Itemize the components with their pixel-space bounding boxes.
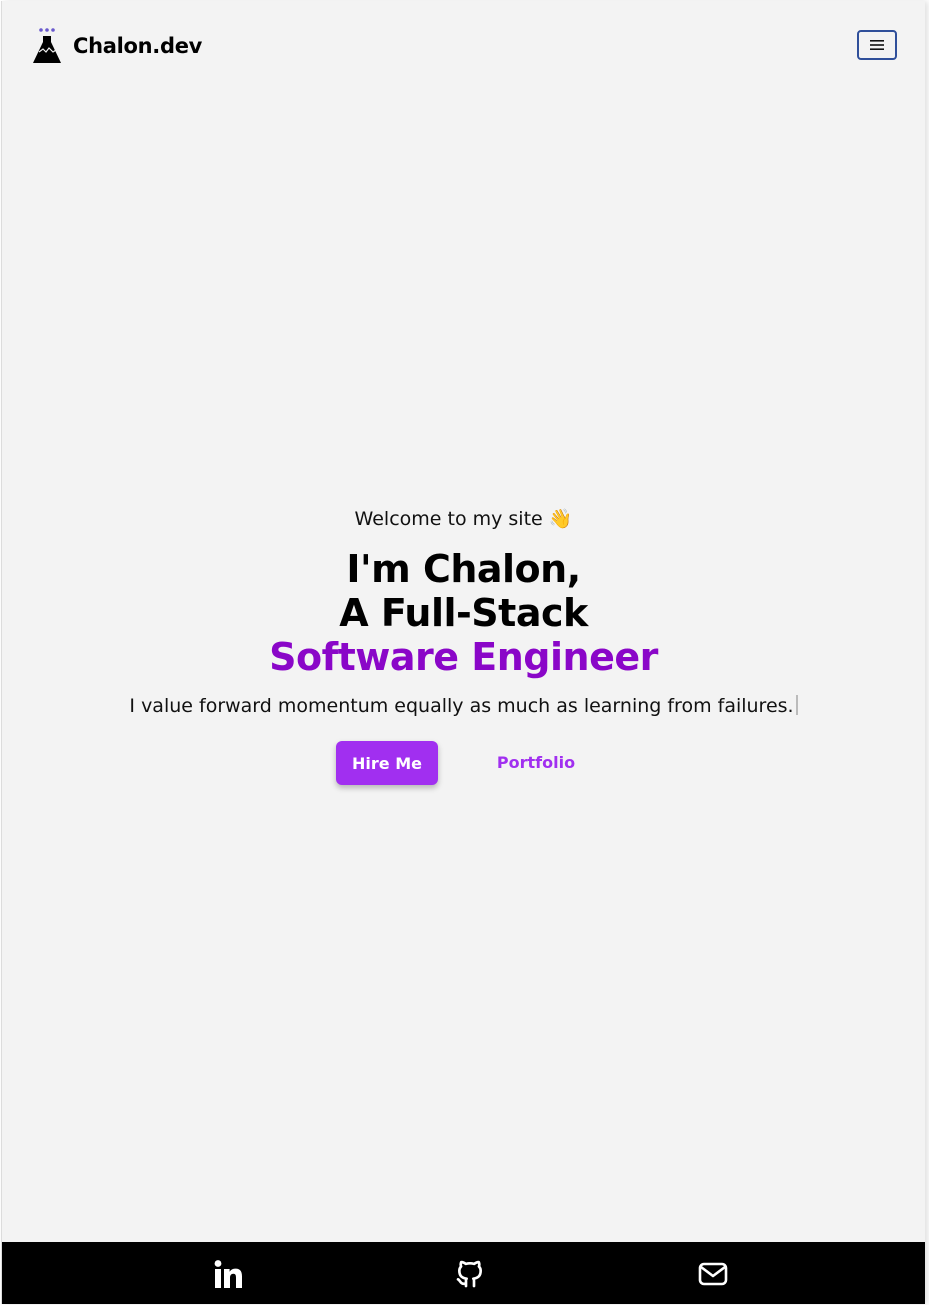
site-header: Chalon.dev xyxy=(2,1,925,91)
title-line-role: A Full-Stack xyxy=(339,591,588,635)
brand-link[interactable]: Chalon.dev xyxy=(30,27,202,65)
tagline: I value forward momentum equally as much… xyxy=(2,691,925,721)
welcome-label: Welcome to my site xyxy=(354,508,543,530)
github-link[interactable] xyxy=(454,1258,486,1290)
linkedin-link[interactable] xyxy=(212,1258,244,1290)
portfolio-link[interactable]: Portfolio xyxy=(482,741,590,785)
social-footer xyxy=(2,1242,925,1304)
typing-cursor xyxy=(795,695,798,715)
github-icon xyxy=(456,1260,482,1288)
hero-title: I'm Chalon, A Full-Stack Software Engine… xyxy=(2,547,925,679)
hamburger-menu-icon xyxy=(870,40,884,50)
mail-icon xyxy=(698,1262,728,1286)
hero-actions: Hire Me Portfolio xyxy=(2,741,925,787)
welcome-text: Welcome to my site 👋 xyxy=(2,501,925,537)
title-line-name: I'm Chalon, xyxy=(346,547,581,591)
email-link[interactable] xyxy=(697,1258,729,1290)
tagline-text: I value forward momentum equally as much… xyxy=(129,695,794,717)
brand-name: Chalon.dev xyxy=(73,34,203,58)
linkedin-icon xyxy=(214,1260,242,1288)
hero-section: Welcome to my site 👋 I'm Chalon, A Full-… xyxy=(2,501,925,787)
hire-me-button[interactable]: Hire Me xyxy=(336,741,438,785)
title-line-accent: Software Engineer xyxy=(269,635,658,679)
page: Chalon.dev Welcome to my site 👋 I'm Chal… xyxy=(1,1,925,1304)
menu-toggle-button[interactable] xyxy=(857,30,897,60)
waving-hand-icon: 👋 xyxy=(548,508,573,530)
flask-logo-icon xyxy=(33,28,61,63)
